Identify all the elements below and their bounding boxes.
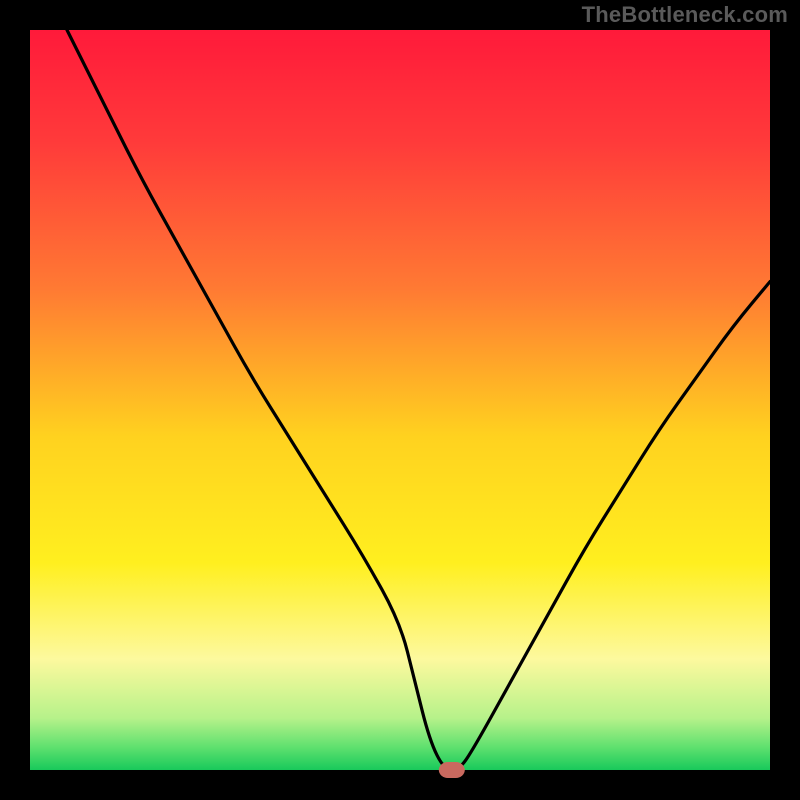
- bottleneck-chart: [0, 0, 800, 800]
- plot-background: [30, 30, 770, 770]
- optimal-marker: [439, 762, 465, 778]
- chart-frame: TheBottleneck.com: [0, 0, 800, 800]
- watermark-text: TheBottleneck.com: [582, 2, 788, 28]
